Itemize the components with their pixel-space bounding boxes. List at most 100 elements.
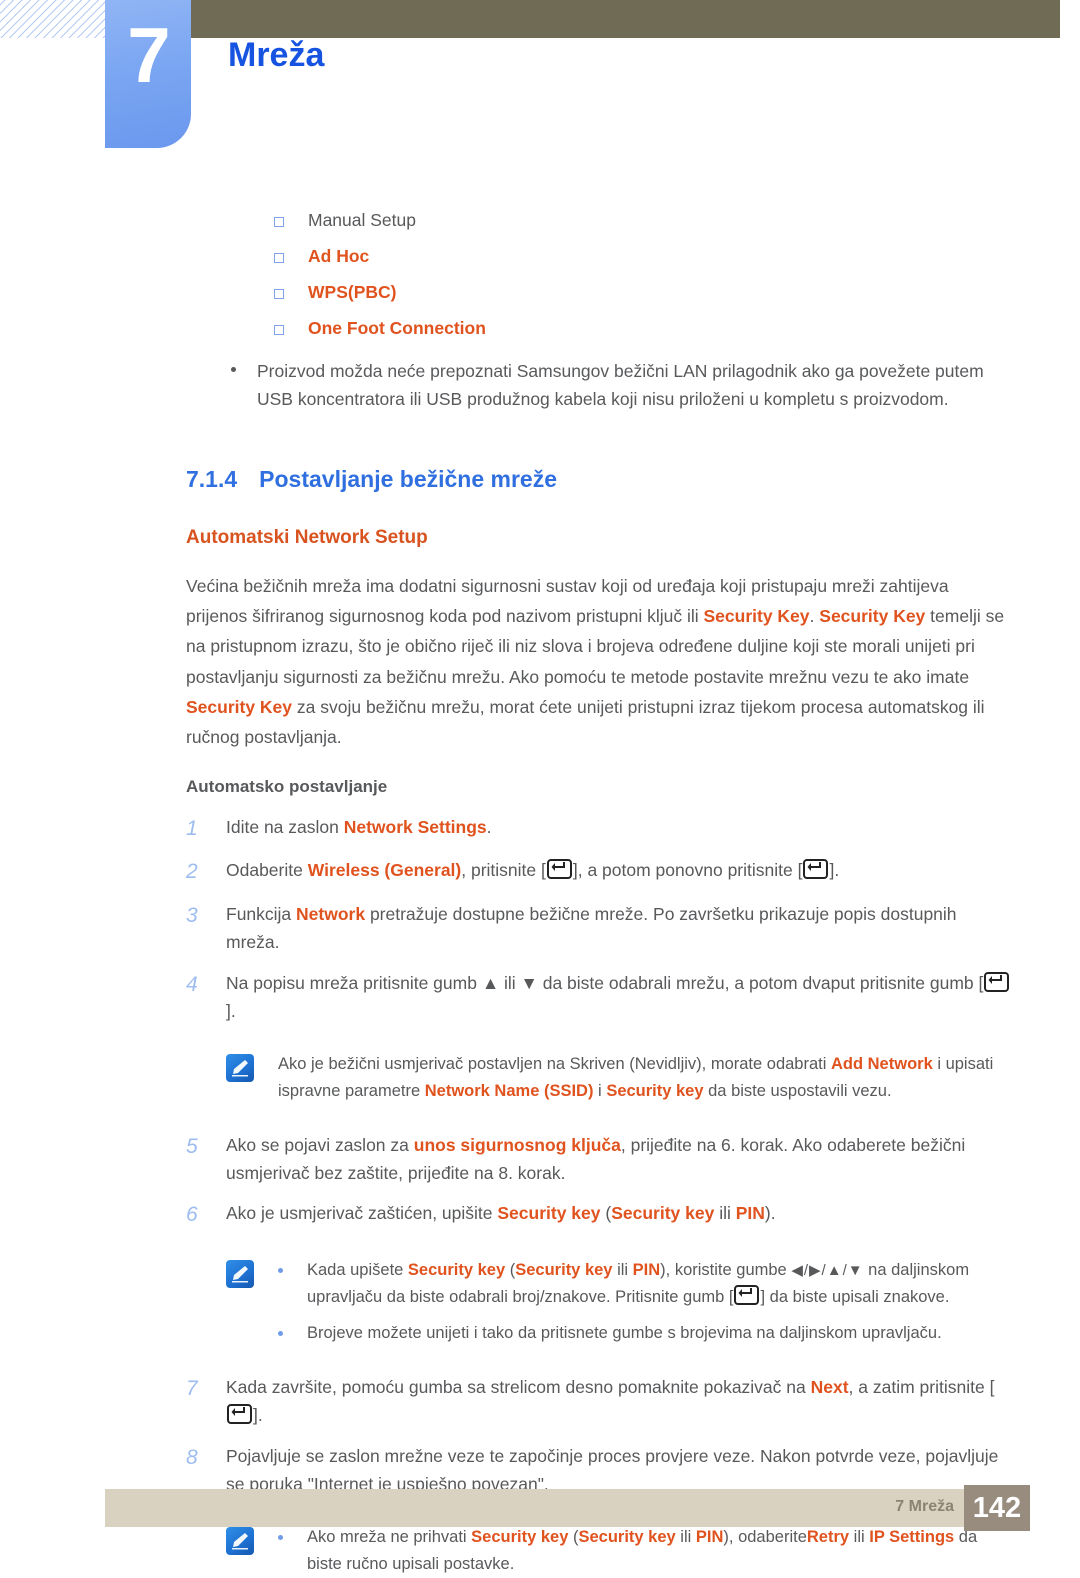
note-text-part: Ako mreža ne prihvati	[307, 1528, 472, 1547]
step-text-part: (	[600, 1203, 612, 1224]
step-text-part: Kada završite, pomoću gumba sa strelicom…	[226, 1377, 811, 1397]
step-keyword: Network Settings	[343, 816, 487, 837]
note-text-part: ili	[612, 1260, 633, 1279]
note-keyword: Network Name (SSID)	[424, 1081, 594, 1100]
step-text: Kada završite, pomoću gumba sa strelicom…	[226, 1373, 1014, 1430]
step-text-part: , a zatim pritisnite [	[848, 1377, 995, 1397]
step-text-part: ).	[764, 1203, 776, 1224]
step-number: 7	[186, 1377, 198, 1400]
square-bullet-icon	[274, 253, 284, 263]
note-text-part: da biste uspostavili vezu.	[703, 1081, 892, 1100]
page-title: 7.1.4 Postavljanje bežične mreže	[186, 466, 1014, 494]
note-keyword: Security key	[471, 1528, 569, 1547]
square-bullet-icon	[274, 325, 284, 335]
note-pencil-icon	[226, 1259, 254, 1288]
option-label: Manual Setup	[308, 210, 416, 230]
step-text: Odaberite Wireless (General), pritisnite…	[226, 856, 1014, 884]
step-2: 2 Odaberite Wireless (General), pritisni…	[186, 856, 1014, 888]
note-keyword: Security key	[407, 1260, 506, 1279]
step-number: 2	[186, 860, 198, 884]
note-keyword: Retry	[806, 1528, 850, 1547]
note-box-2: Kada upišete Security key (Security key …	[186, 1257, 1014, 1347]
option-label: WPS(PBC)	[308, 282, 397, 302]
step-text-part: ].	[226, 1000, 236, 1021]
steps-list: 1 Idite na zaslon Network Settings. 2 Od…	[186, 813, 1014, 1578]
step-text: Idite na zaslon Network Settings.	[226, 813, 1014, 841]
round-bullet-icon	[278, 1535, 283, 1541]
note-bullets: Ako mreža ne prihvati Security key (Secu…	[278, 1524, 1014, 1577]
note-text: Kada upišete Security key (Security key …	[307, 1257, 1014, 1310]
enter-key-icon	[546, 859, 572, 880]
note-text-part: Kada upišete	[307, 1260, 408, 1279]
note-pencil-icon	[226, 1054, 254, 1083]
note-text-part: ), koristite gumbe	[660, 1260, 792, 1279]
note-pencil-icon	[226, 1527, 254, 1556]
round-bullet-icon	[231, 367, 236, 372]
enter-key-icon	[984, 971, 1010, 992]
step-number: 3	[186, 903, 198, 927]
step-text: Na popisu mreža pritisnite gumb ▲ ili ▼ …	[226, 969, 1014, 1026]
step-4: 4 Na popisu mreža pritisnite gumb ▲ ili …	[186, 969, 1014, 1026]
step-keyword: PIN	[735, 1203, 765, 1224]
step-keyword: Next	[810, 1377, 849, 1397]
note-text-part: ] da biste upisali znakove.	[760, 1287, 950, 1306]
step-text-part: Ako se pojavi zaslon za	[226, 1134, 414, 1155]
step-text-part: ], a potom ponovno pritisnite [	[572, 860, 803, 881]
round-bullet-icon	[278, 1267, 283, 1273]
step-number: 1	[186, 816, 198, 840]
step-keyword: Security key	[497, 1203, 601, 1224]
step-text-part: Funkcija	[226, 903, 297, 924]
list-item: One Foot Connection	[186, 318, 1014, 339]
para-keyword-3: Security Key	[186, 696, 293, 717]
step-5: 5 Ako se pojavi zaslon za unos sigurnosn…	[186, 1131, 1014, 1188]
note-bullets: Kada upišete Security key (Security key …	[278, 1257, 1014, 1347]
step-text: Funkcija Network pretražuje dostupne bež…	[226, 900, 1014, 957]
note-text: Ako je bežični usmjerivač postavljen na …	[278, 1051, 1014, 1104]
note-text-part: i	[593, 1081, 607, 1100]
list-item: Ako mreža ne prihvati Security key (Secu…	[278, 1524, 1014, 1577]
page-number: 142	[964, 1485, 1030, 1531]
step-text-part: da biste odabrali mrežu, a potom dvaput …	[537, 972, 984, 993]
intro-note-text: Proizvod možda neće prepoznati Samsungov…	[257, 361, 984, 410]
list-item: WPS(PBC)	[186, 282, 1014, 303]
steps-heading: Automatsko postavljanje	[186, 776, 388, 796]
step-text-part: ].	[253, 1405, 263, 1426]
step-number: 8	[186, 1445, 198, 1469]
arrow-up-icon: ▲	[481, 972, 500, 993]
note-text-part: (	[568, 1528, 579, 1547]
note-text-part: (	[505, 1260, 516, 1279]
step-7: 7 Kada završite, pomoću gumba sa strelic…	[186, 1373, 1014, 1430]
square-bullet-icon	[274, 217, 284, 227]
step-text-part: ili	[714, 1203, 736, 1224]
note-keyword: Security key	[515, 1260, 613, 1279]
note-keyword: Security key	[606, 1081, 704, 1100]
note-text-part: ili	[849, 1528, 870, 1547]
step-text: Ako je usmjerivač zaštićen, upišite Secu…	[226, 1199, 1014, 1227]
enter-key-icon	[803, 859, 829, 880]
chapter-title: Mreža	[228, 36, 325, 74]
note-text-part: ), odaberite	[723, 1528, 807, 1547]
para-keyword-2: Security Key	[819, 606, 926, 627]
list-item: Manual Setup	[186, 210, 1014, 231]
page-content: Manual Setup Ad Hoc WPS(PBC) One Foot Co…	[186, 210, 1014, 1578]
list-item: Ad Hoc	[186, 246, 1014, 267]
arrow-down-icon: ▼	[520, 972, 538, 993]
section-title: Postavljanje bežične mreže	[259, 465, 558, 492]
note-box-3: Ako mreža ne prihvati Security key (Secu…	[186, 1524, 1014, 1577]
step-number: 4	[186, 972, 198, 996]
intro-note: Proizvod možda neće prepoznati Samsungov…	[186, 357, 1014, 414]
wireless-options-list: Manual Setup Ad Hoc WPS(PBC) One Foot Co…	[186, 210, 1014, 339]
note-text-part: Ako je bežični usmjerivač postavljen na …	[278, 1055, 831, 1074]
note-keyword: Security key	[578, 1528, 676, 1547]
intro-paragraph: Većina bežičnih mreža ima dodatni sigurn…	[186, 571, 1014, 752]
step-text-part: ].	[829, 860, 840, 881]
direction-arrows-icon: ◀/▶/▲/▼	[791, 1261, 864, 1279]
para-text-2: .	[809, 606, 820, 627]
chapter-number: 7	[127, 11, 170, 99]
option-label: One Foot Connection	[308, 318, 486, 338]
step-6: 6 Ako je usmjerivač zaštićen, upišite Se…	[186, 1199, 1014, 1231]
step-1: 1 Idite na zaslon Network Settings.	[186, 813, 1014, 845]
para-keyword-1: Security Key	[703, 606, 810, 627]
enter-key-icon	[227, 1404, 252, 1425]
note-keyword: IP Settings	[869, 1528, 955, 1547]
